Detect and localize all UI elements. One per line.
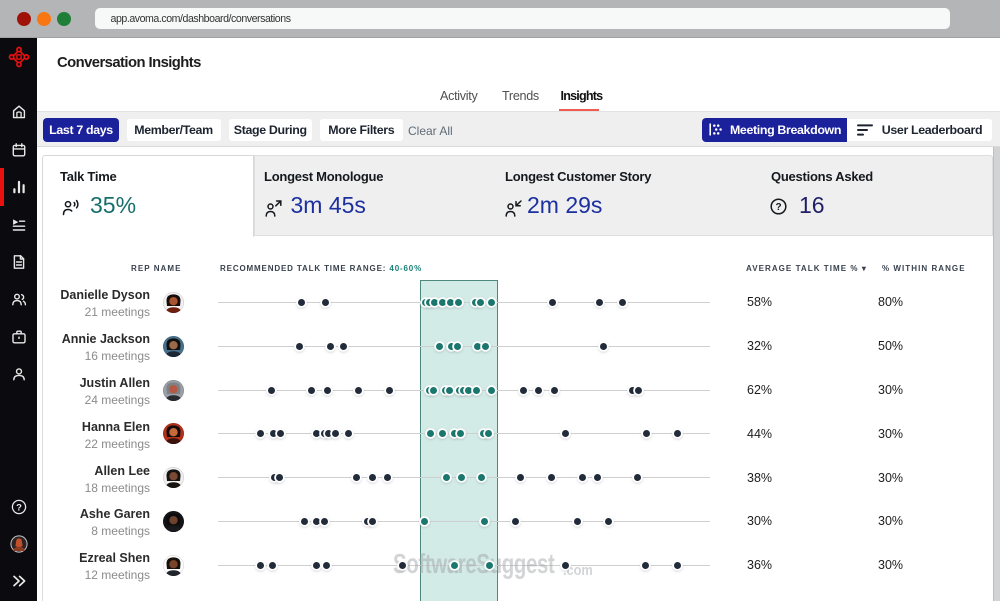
svg-text:?: ? bbox=[775, 202, 781, 213]
svg-text:?: ? bbox=[16, 502, 22, 513]
